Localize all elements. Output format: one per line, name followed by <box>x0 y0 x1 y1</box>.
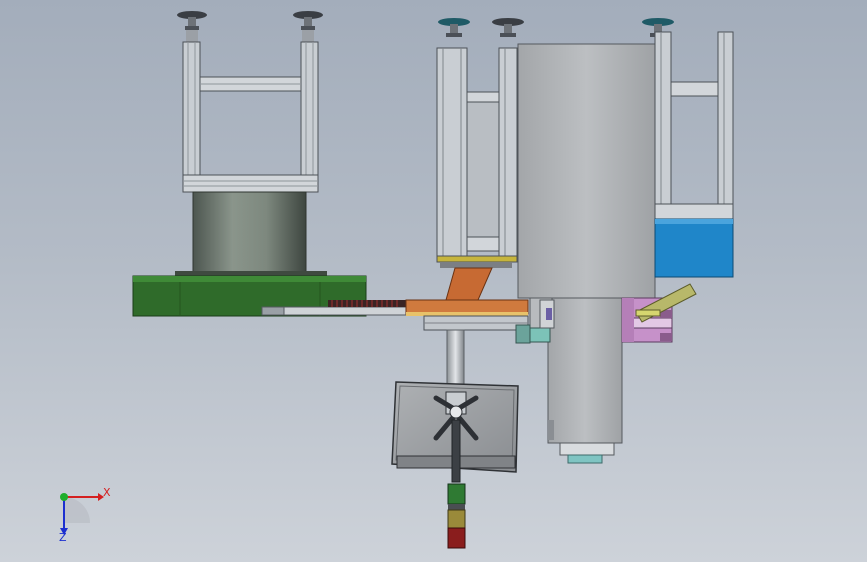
orientation-triad[interactable] <box>60 493 104 535</box>
center-actuator[interactable] <box>436 18 524 268</box>
leveling-foot-left-1[interactable] <box>177 11 207 42</box>
right-frame[interactable] <box>642 18 734 278</box>
leveling-foot-left-2[interactable] <box>293 11 323 42</box>
axis-z-label: Z <box>59 531 67 544</box>
y-axis-dot-icon <box>60 493 68 501</box>
machine-assembly-model[interactable] <box>0 0 867 562</box>
blue-bin[interactable] <box>654 218 734 278</box>
leveling-foot-center-1[interactable] <box>438 18 470 37</box>
gripper-assembly[interactable] <box>391 329 519 549</box>
cad-viewport[interactable]: X Z <box>0 0 867 562</box>
cylinder-drum[interactable] <box>175 191 327 276</box>
leveling-foot-center-2[interactable] <box>492 18 524 37</box>
main-body[interactable] <box>515 43 656 464</box>
axis-x-label: X <box>103 486 111 499</box>
signal-tower[interactable] <box>447 483 466 549</box>
orange-bracket[interactable] <box>405 267 529 331</box>
left-frame[interactable] <box>177 11 323 193</box>
